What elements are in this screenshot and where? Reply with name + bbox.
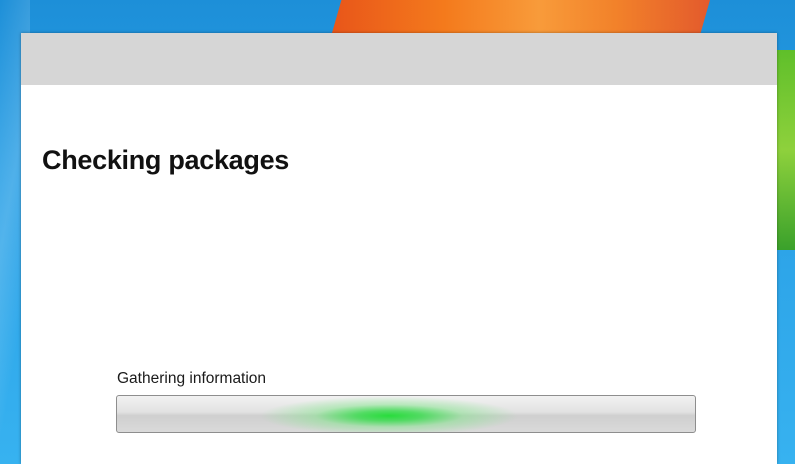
progress-bar xyxy=(116,395,696,433)
progress-status-label: Gathering information xyxy=(117,370,267,387)
page-title: Checking packages xyxy=(42,145,290,175)
progress-marquee-glow xyxy=(258,396,519,432)
window-title-bar[interactable] xyxy=(21,33,777,85)
installer-window: Checking packages Gathering information xyxy=(21,33,777,464)
